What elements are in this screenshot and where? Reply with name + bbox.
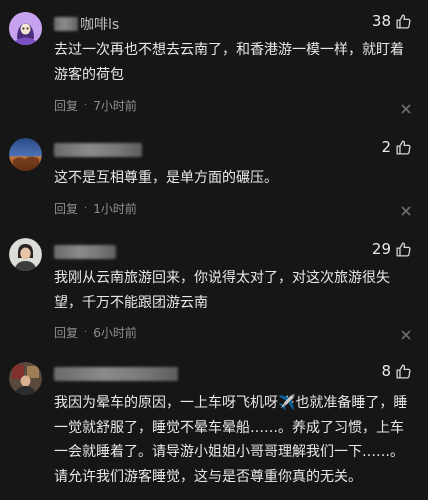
close-icon[interactable] [400, 205, 412, 217]
timestamp: 1小时前 [93, 202, 137, 216]
timestamp: 6小时前 [93, 326, 137, 340]
thumb-up-icon [396, 363, 411, 379]
avatar[interactable] [9, 238, 42, 271]
separator-dot: · [84, 100, 88, 111]
comment-meta: 回复 · 6小时前 [54, 324, 137, 341]
comment-item: 2 这不是互相尊重，是单方面的碾压。 回复 · 1小时前 [0, 136, 428, 226]
like-count: 38 [371, 12, 391, 30]
thumb-up-icon [396, 13, 411, 29]
separator-dot: · [84, 203, 88, 214]
username-redacted [54, 17, 78, 31]
thumb-up-icon [396, 139, 411, 155]
like-count: 8 [381, 362, 391, 380]
like-button[interactable]: 8 [381, 362, 412, 380]
separator-dot: · [84, 327, 88, 338]
reply-button[interactable]: 回复 [54, 97, 78, 114]
comment-item: 8 我因为晕车的原因，一上车呀飞机呀✈️也就准备睡了，睡一觉就舒服了，睡觉不晕车… [0, 360, 428, 500]
close-icon[interactable] [400, 103, 412, 115]
username[interactable] [54, 242, 118, 262]
username-text: 咖啡ls [80, 17, 120, 33]
close-icon[interactable] [400, 329, 412, 341]
reply-button[interactable]: 回复 [54, 324, 78, 341]
like-count: 29 [371, 240, 391, 258]
comment-text: 这不是互相尊重，是单方面的碾压。 [54, 170, 278, 186]
username-redacted [54, 143, 142, 157]
avatar[interactable] [9, 362, 42, 395]
like-button[interactable]: 29 [372, 240, 412, 258]
comment-item: 29 我刚从云南旅游回来，你说得太对了，对这次旅游很失望，千万不能跟团游云南 回… [0, 238, 428, 348]
comment-item: 咖啡ls 38 去过一次再也不想去云南了，和香港游一模一样，就盯着游客的荷包 回… [0, 10, 428, 120]
comment-text: 去过一次再也不想去云南了，和香港游一模一样，就盯着游客的荷包 [54, 42, 404, 83]
username[interactable] [54, 140, 144, 160]
comment-meta: 回复 · 1小时前 [54, 200, 137, 217]
avatar[interactable] [9, 138, 42, 171]
username-redacted [54, 367, 178, 381]
username[interactable] [54, 364, 180, 384]
comment-meta: 回复 · 7小时前 [54, 97, 137, 114]
username-redacted [54, 245, 116, 259]
reply-button[interactable]: 回复 [54, 200, 78, 217]
like-button[interactable]: 2 [381, 138, 412, 156]
avatar[interactable] [9, 12, 42, 45]
like-count: 2 [381, 138, 391, 156]
comment-text: 我因为晕车的原因，一上车呀飞机呀✈️也就准备睡了，睡一觉就舒服了，睡觉不晕车晕船… [54, 395, 408, 485]
timestamp: 7小时前 [93, 99, 137, 113]
like-button[interactable]: 38 [372, 12, 412, 30]
comment-text: 我刚从云南旅游回来，你说得太对了，对这次旅游很失望，千万不能跟团游云南 [54, 270, 390, 311]
username[interactable]: 咖啡ls [54, 14, 119, 34]
thumb-up-icon [396, 241, 411, 257]
